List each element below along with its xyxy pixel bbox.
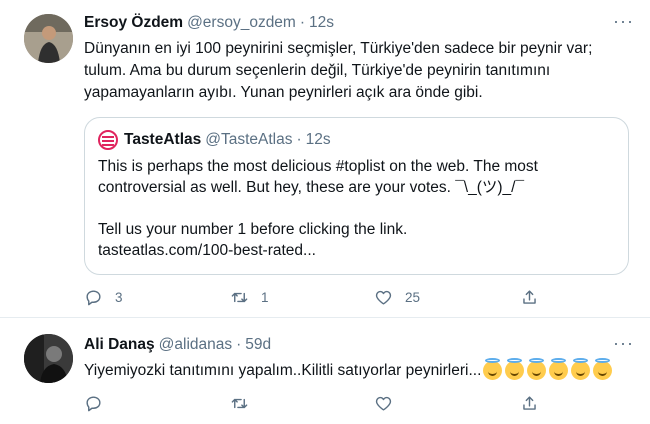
tweet-ersoy[interactable]: Ersoy Özdem @ersoy_ozdem · 12s ··· Dünya… bbox=[0, 0, 650, 318]
smiling-face-with-halo-icon bbox=[593, 358, 613, 381]
like-icon bbox=[375, 396, 392, 411]
quoted-tweet-time: 12s bbox=[305, 131, 331, 148]
quoted-author-name: TasteAtlas bbox=[124, 131, 202, 148]
author-name[interactable]: Ersoy Özdem bbox=[84, 14, 183, 32]
retweet-count: 1 bbox=[261, 290, 269, 305]
like-button[interactable] bbox=[374, 394, 393, 413]
reply-count: 3 bbox=[115, 290, 123, 305]
author-name[interactable]: Ali Danaş bbox=[84, 336, 155, 354]
smiling-face-with-halo-icon bbox=[549, 358, 569, 381]
quoted-line: controversial as well. But hey, these ar… bbox=[98, 179, 525, 196]
quoted-author-handle: @TasteAtlas bbox=[205, 131, 293, 148]
tweet-actions bbox=[84, 394, 624, 416]
smiling-face-with-halo-icon bbox=[527, 358, 547, 381]
avatar-photo-icon bbox=[24, 334, 73, 383]
author-handle[interactable]: @alidanas bbox=[159, 336, 232, 354]
retweet-button[interactable]: 1 bbox=[230, 288, 269, 307]
like-count: 25 bbox=[405, 290, 421, 305]
separator-dot: · bbox=[296, 131, 302, 148]
emoji-row bbox=[483, 358, 615, 381]
reply-text: Yiyemiyozki tanıtımını yapalım..Kilitli … bbox=[84, 362, 482, 379]
retweet-icon bbox=[231, 398, 248, 409]
separator-dot: · bbox=[299, 14, 306, 31]
quoted-line: Tell us your number 1 before clicking th… bbox=[98, 221, 408, 238]
reply-button[interactable]: 3 bbox=[84, 288, 123, 307]
avatar-ali[interactable] bbox=[24, 334, 73, 383]
separator-dot: · bbox=[236, 336, 242, 353]
smiling-face-with-halo-icon bbox=[483, 358, 503, 381]
reply-icon bbox=[86, 290, 101, 306]
share-icon bbox=[523, 290, 536, 304]
share-button[interactable] bbox=[520, 394, 539, 413]
smiling-face-with-halo-icon bbox=[505, 358, 525, 381]
quoted-link[interactable]: tasteatlas.com/100-best-rated... bbox=[98, 240, 618, 261]
retweet-icon bbox=[231, 292, 248, 303]
reply-button[interactable] bbox=[84, 394, 103, 413]
avatar-ersoy[interactable] bbox=[24, 14, 73, 63]
retweet-button[interactable] bbox=[230, 394, 249, 413]
more-options-icon[interactable]: ··· bbox=[613, 334, 634, 352]
tweet-actions: 3 1 25 bbox=[84, 288, 624, 310]
share-button[interactable] bbox=[520, 288, 539, 307]
like-icon bbox=[375, 290, 392, 305]
like-button[interactable]: 25 bbox=[374, 288, 420, 307]
quoted-tweet-text: This is perhaps the most delicious #topl… bbox=[98, 156, 618, 261]
quoted-line-gap bbox=[98, 198, 618, 219]
reply-icon bbox=[86, 396, 101, 412]
more-options-icon[interactable]: ··· bbox=[613, 12, 634, 30]
share-icon bbox=[523, 396, 536, 410]
tweet-time[interactable]: 59d bbox=[245, 336, 271, 354]
tweet-text: Yiyemiyozki tanıtımını yapalım..Kilitli … bbox=[84, 358, 634, 382]
tweet-time[interactable]: 12s bbox=[309, 14, 334, 32]
avatar-photo-icon bbox=[24, 14, 73, 63]
quoted-tweet[interactable]: TasteAtlas @TasteAtlas · 12s This is per… bbox=[84, 117, 629, 275]
smiling-face-with-halo-icon bbox=[571, 358, 591, 381]
author-handle[interactable]: @ersoy_ozdem bbox=[187, 14, 296, 32]
tweet-text: Dünyanın en iyi 100 peynirini seçmişler,… bbox=[84, 40, 593, 101]
tasteatlas-logo-icon bbox=[98, 130, 118, 150]
quoted-line: This is perhaps the most delicious #topl… bbox=[98, 158, 538, 175]
